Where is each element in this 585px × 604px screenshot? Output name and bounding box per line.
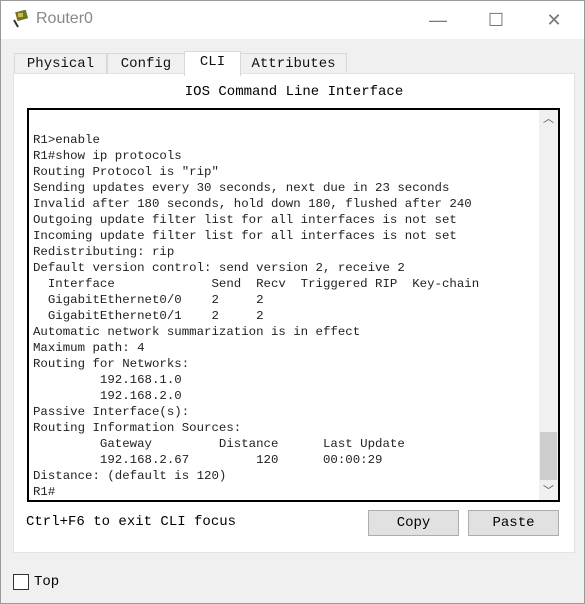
minimize-button[interactable]: — [424,7,452,33]
terminal-line: Routing Information Sources: [33,421,242,435]
terminal-line: Default version control: send version 2,… [33,261,405,275]
maximize-button[interactable]: ☐ [482,7,510,33]
terminal-output: R1>enable R1#show ip protocols Routing Pro… [33,132,479,500]
terminal-line: R1# [33,485,56,499]
scroll-down-icon[interactable]: ﹀ [539,482,558,500]
window-title: Router0 [36,10,93,27]
terminal-line: 192.168.1.0 [33,373,182,387]
top-checkbox[interactable] [13,574,29,590]
copy-button[interactable]: Copy [368,510,459,536]
terminal-line: Routing Protocol is "rip" [33,165,219,179]
top-label: Top [34,574,60,590]
terminal-line: 192.168.2.67 120 00:00:29 [33,453,383,467]
cli-focus-hint: Ctrl+F6 to exit CLI focus [26,514,237,530]
terminal-line: Distance: (default is 120) [33,469,227,483]
terminal-line: Passive Interface(s): [33,405,190,419]
terminal-line: 192.168.2.0 [33,389,182,403]
scroll-up-icon[interactable]: ︿ [539,110,558,128]
terminal-line: R1>enable [33,133,100,147]
terminal-line: Interface Send Recv Triggered RIP Key-ch… [33,277,480,291]
router-app-icon [13,10,29,28]
cli-heading: IOS Command Line Interface [184,84,404,100]
router-window: Router0 — ☐ ✕ Physical Config CLI Attrib… [0,0,585,604]
tab-cli[interactable]: CLI [184,51,241,76]
terminal-line: Incoming update filter list for all inte… [33,229,457,243]
tab-config[interactable]: Config [107,53,185,75]
terminal-line: GigabitEthernet0/1 2 2 [33,309,264,323]
title-bar: Router0 — ☐ ✕ [1,1,584,39]
terminal-line: R1#show ip protocols [33,149,182,163]
cli-panel: IOS Command Line Interface R1>enable R1#s… [13,73,575,553]
cli-terminal[interactable]: R1>enable R1#show ip protocols Routing Pro… [27,108,560,502]
tab-physical[interactable]: Physical [14,53,107,75]
terminal-scrollbar[interactable]: ︿ ﹀ [539,110,558,500]
terminal-line: Redistributing: rip [33,245,175,259]
terminal-line: GigabitEthernet0/0 2 2 [33,293,264,307]
terminal-line: Maximum path: 4 [33,341,145,355]
terminal-line: Gateway Distance Last Update [33,437,405,451]
terminal-line: Routing for Networks: [33,357,190,371]
terminal-line: Invalid after 180 seconds, hold down 180… [33,197,472,211]
terminal-line: Automatic network summarization is in ef… [33,325,361,339]
terminal-line: Outgoing update filter list for all inte… [33,213,457,227]
terminal-line: Sending updates every 30 seconds, next d… [33,181,450,195]
scrollbar-thumb[interactable] [540,432,557,480]
tab-attributes[interactable]: Attributes [240,53,347,75]
paste-button[interactable]: Paste [468,510,559,536]
close-button[interactable]: ✕ [540,7,568,33]
